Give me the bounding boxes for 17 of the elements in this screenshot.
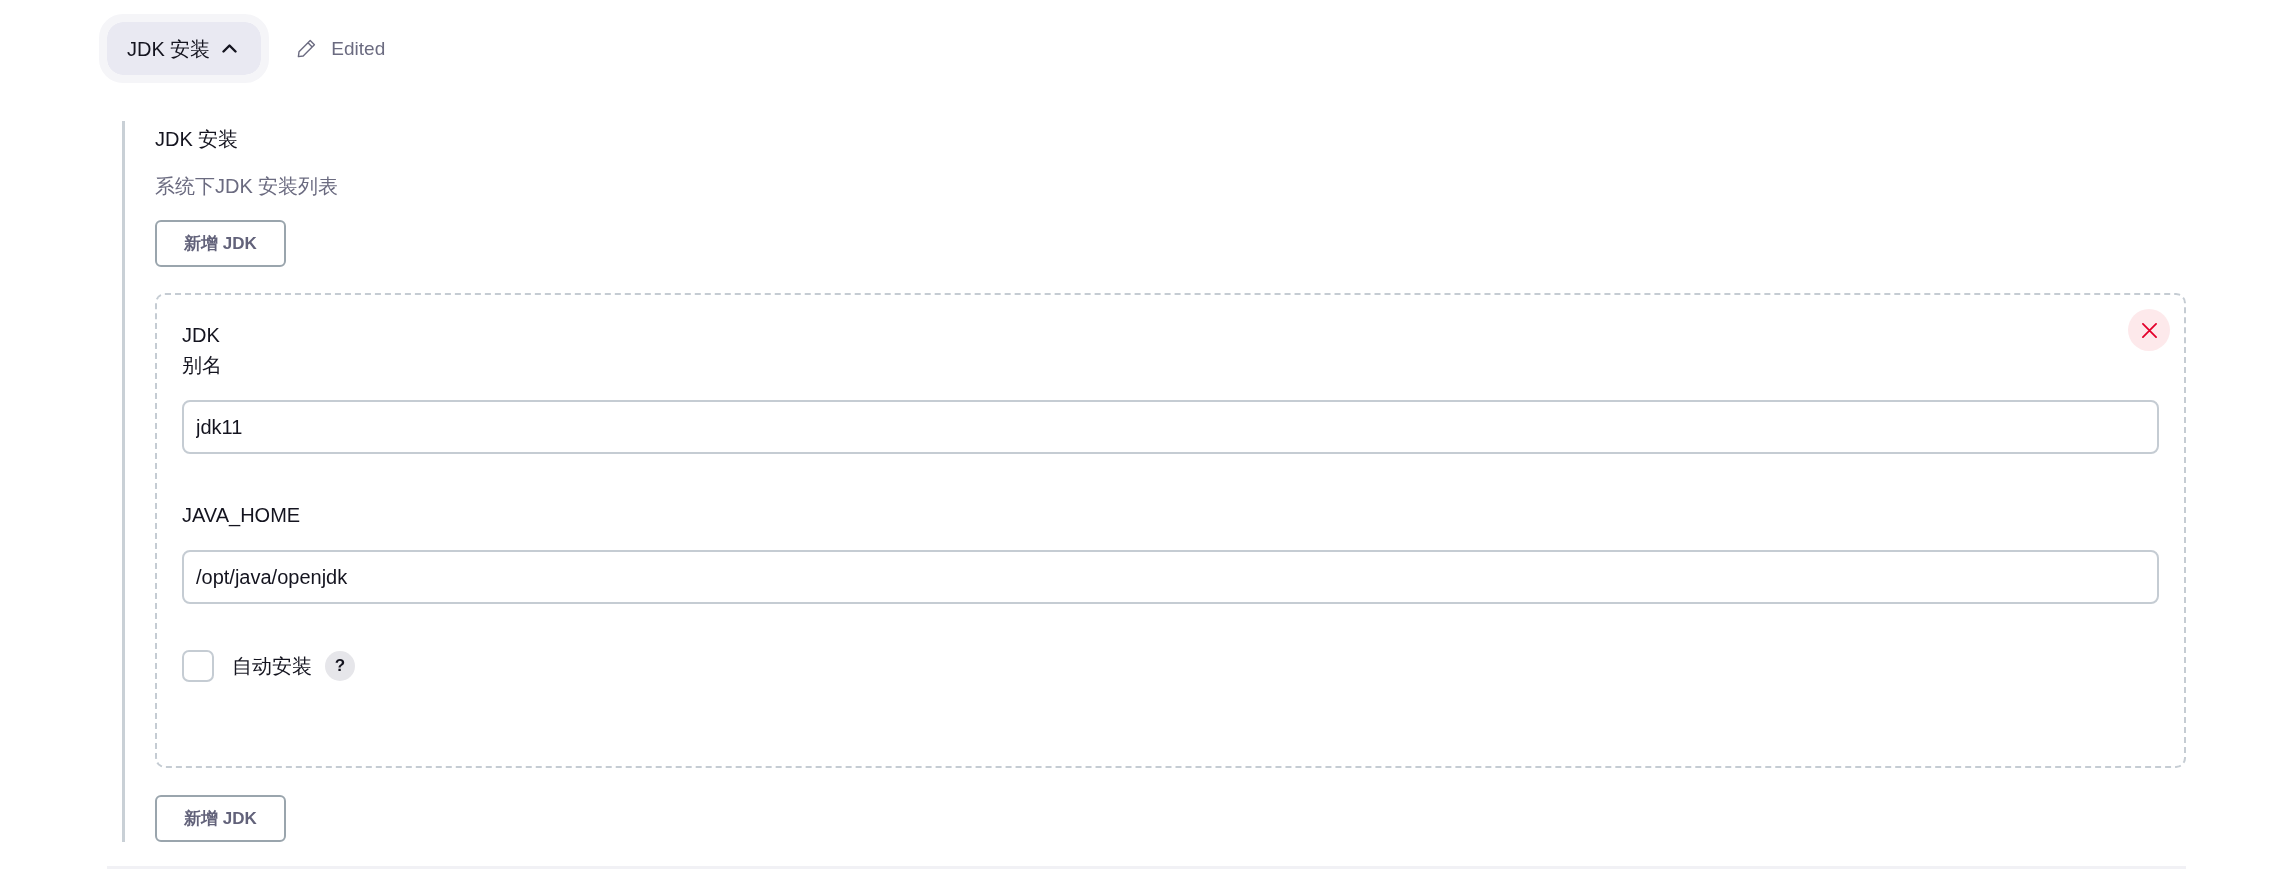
field-label: JAVA_HOME bbox=[182, 503, 301, 529]
text-field[interactable]: /opt/java/openjdk bbox=[182, 550, 2159, 604]
field-label: 别名 bbox=[182, 353, 222, 378]
add-jdk-button[interactable]: 新增 JDK bbox=[155, 220, 286, 267]
add-jdk-button[interactable]: 新增 JDK bbox=[155, 795, 286, 842]
close-icon bbox=[2141, 322, 2157, 338]
delete-button[interactable] bbox=[2128, 309, 2170, 351]
pencil-icon bbox=[297, 39, 317, 58]
checkbox[interactable] bbox=[182, 650, 214, 682]
section-title: JDK 安装 bbox=[155, 127, 239, 152]
section-toggle-button[interactable]: JDK 安装 bbox=[99, 14, 270, 83]
edited-status: Edited bbox=[331, 36, 386, 61]
checkbox-label: 自动安装 bbox=[232, 654, 312, 679]
help-button[interactable]: ? bbox=[325, 651, 355, 681]
section-description: 系统下JDK 安装列表 bbox=[155, 174, 339, 199]
text-field[interactable]: jdk11 bbox=[182, 400, 2159, 454]
card-heading: JDK bbox=[182, 323, 220, 348]
